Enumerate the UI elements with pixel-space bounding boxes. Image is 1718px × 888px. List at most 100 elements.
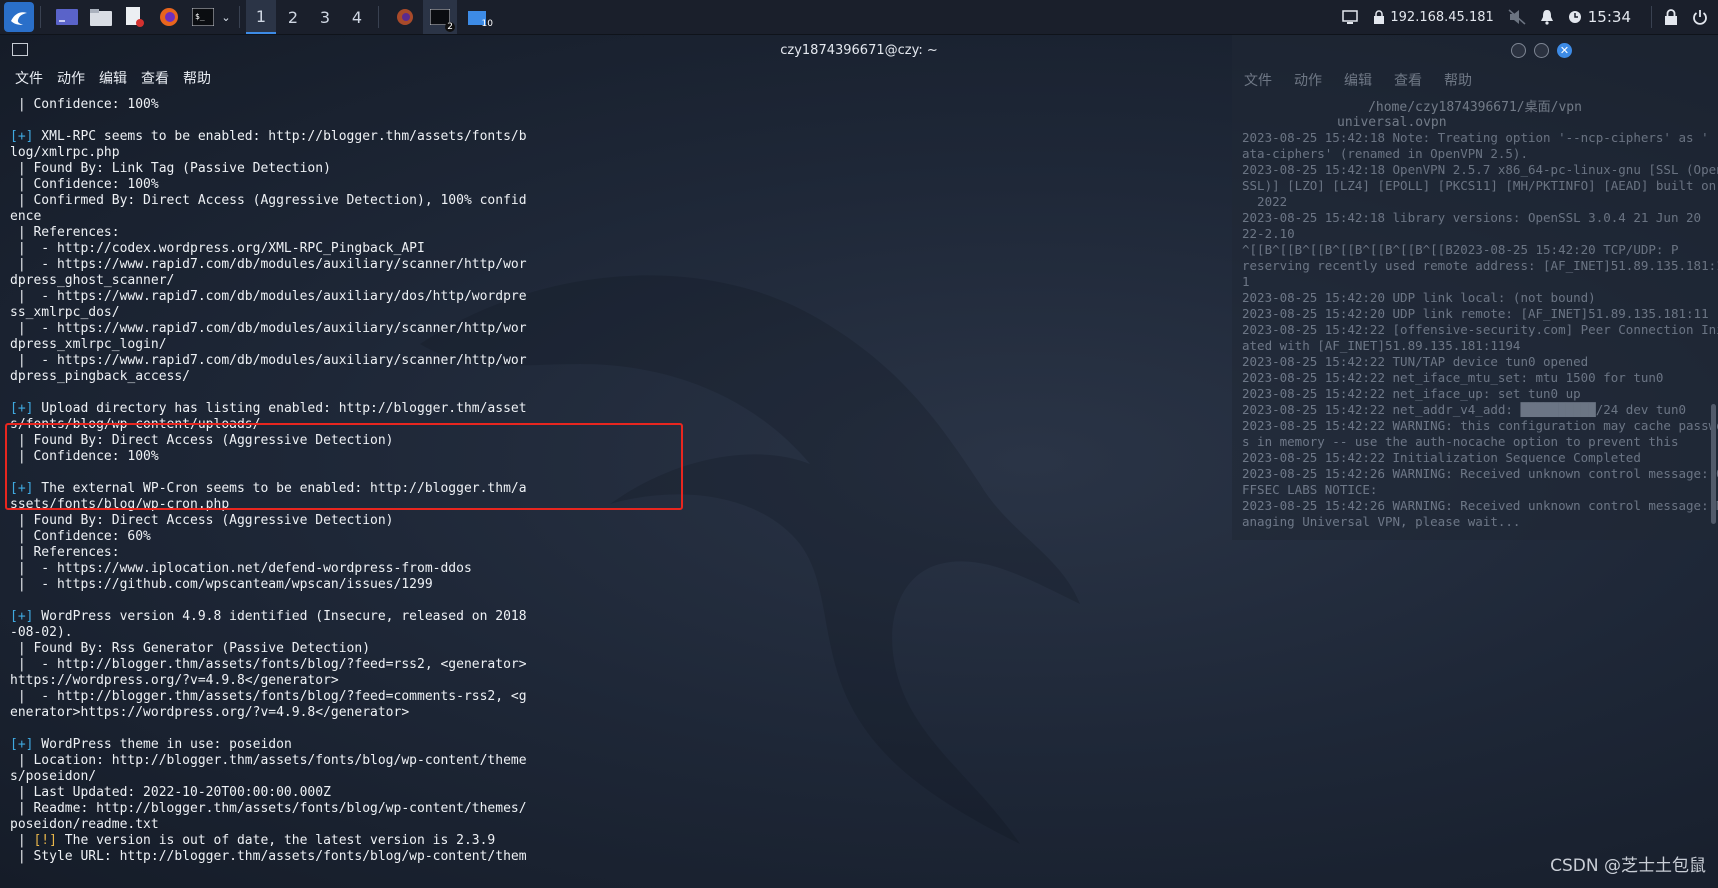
taskbar-separator [1651, 6, 1652, 28]
file-manager-icon[interactable] [87, 5, 115, 29]
clock-time: 15:34 [1587, 8, 1631, 26]
terminal-window[interactable]: czy1874396671@czy: ~ ✕ 文件 动作 编辑 查看 帮助 | … [0, 34, 1718, 888]
terminal-line: | Readme: http://blogger.thm/assets/font… [10, 801, 570, 817]
folder-task-badge: 10 [481, 19, 493, 29]
finding-tag: [+] [10, 737, 34, 752]
terminal-line: enerator>https://wordpress.org/?v=4.9.8<… [10, 705, 570, 721]
menu-file[interactable]: 文件 [15, 68, 43, 88]
workspace-3[interactable]: 3 [310, 0, 340, 34]
terminal-line: | [!] The version is out of date, the la… [10, 833, 570, 849]
terminal-line: | - https://www.rapid7.com/db/modules/au… [10, 321, 570, 337]
terminal-line: | Last Updated: 2022-10-20T00:00:00.000Z [10, 785, 570, 801]
terminal-line: | - http://blogger.thm/assets/fonts/blog… [10, 689, 570, 705]
menu-edit[interactable]: 编辑 [99, 68, 127, 88]
terminal-line: | Found By: Direct Access (Aggressive De… [10, 513, 570, 529]
ip-address: 192.168.45.181 [1390, 9, 1494, 25]
terminal-line: | References: [10, 545, 570, 561]
clock[interactable]: 15:34 [1568, 8, 1631, 26]
terminal-line: | - http://codex.wordpress.org/XML-RPC_P… [10, 241, 570, 257]
csdn-watermark: CSDN @芝士土包鼠 [1550, 856, 1706, 876]
close-button[interactable]: ✕ [1557, 43, 1572, 58]
terminal-line-text: | Location: http://blogger.thm/assets/fo… [10, 753, 527, 768]
terminal-line: | Style URL: http://blogger.thm/assets/f… [10, 849, 570, 865]
maximize-button[interactable] [1534, 43, 1549, 58]
menu-action[interactable]: 动作 [57, 68, 85, 88]
svg-text:$_: $_ [195, 12, 205, 21]
terminal-line: | - http://blogger.thm/assets/fonts/blog… [10, 657, 570, 673]
show-desktop-icon[interactable] [53, 5, 81, 29]
close-icon: ✕ [1559, 44, 1570, 57]
kali-menu-icon[interactable] [4, 2, 34, 32]
terminal-line-text: -08-02). [10, 625, 73, 640]
terminal-line: [+] XML-RPC seems to be enabled: http://… [10, 129, 570, 145]
terminal-line: ence [10, 209, 570, 225]
terminal-task-icon[interactable]: 2 [423, 0, 457, 34]
terminal-line-text: | Confidence: 60% [10, 529, 151, 544]
network-status[interactable]: 192.168.45.181 [1372, 9, 1494, 25]
terminal-line-text: dpress_xmlrpc_login/ [10, 337, 167, 352]
workspace-2[interactable]: 2 [278, 0, 308, 34]
folder-task-icon[interactable]: 10 [463, 5, 493, 29]
terminal-line: | Confirmed By: Direct Access (Aggressiv… [10, 193, 570, 209]
terminal-line-text: | - https://www.rapid7.com/db/modules/au… [10, 257, 527, 272]
terminal-line-text: | Confidence: 100% [10, 97, 159, 112]
terminal-line: | Confidence: 100% [10, 97, 570, 113]
finding-tag: [+] [10, 401, 34, 416]
firefox-icon[interactable] [155, 5, 183, 29]
workspace-4[interactable]: 4 [342, 0, 372, 34]
terminal-line: | Location: http://blogger.thm/assets/fo… [10, 753, 570, 769]
terminal-task-badge: 2 [445, 22, 455, 32]
taskbar: $_ ⌄ 1 2 3 4 2 10 192.168.45.181 15:34 [0, 0, 1718, 35]
lock-screen-icon[interactable] [1664, 9, 1678, 25]
terminal-line: poseidon/readme.txt [10, 817, 570, 833]
terminal-line-text: poseidon/readme.txt [10, 817, 159, 832]
minimize-button[interactable] [1511, 43, 1526, 58]
terminal-line-text: | - http://codex.wordpress.org/XML-RPC_P… [10, 241, 425, 256]
finding-tag: [+] [10, 609, 34, 624]
terminal-line: [+] WordPress theme in use: poseidon [10, 737, 570, 753]
menu-help[interactable]: 帮助 [183, 68, 211, 88]
terminal-line-text: | - https://www.rapid7.com/db/modules/au… [10, 321, 527, 336]
terminal-line-text: | Last Updated: 2022-10-20T00:00:00.000Z [10, 785, 331, 800]
firefox-task-icon[interactable] [391, 5, 419, 29]
power-icon[interactable] [1692, 9, 1708, 25]
finding-tag: [+] [10, 129, 34, 144]
terminal-line: | - https://www.rapid7.com/db/modules/au… [10, 353, 570, 369]
text-editor-icon[interactable] [121, 5, 149, 29]
terminal-line: dpress_pingback_access/ [10, 369, 570, 385]
taskbar-separator [239, 6, 240, 28]
terminal-line-text: | Found By: Link Tag (Passive Detection) [10, 161, 331, 176]
terminal-launcher-icon[interactable]: $_ [189, 5, 217, 29]
terminal-line-text: | Found By: Direct Access (Aggressive De… [10, 513, 394, 528]
notifications-bell-icon[interactable] [1540, 9, 1554, 25]
terminal-line-text: ss_xmlrpc_dos/ [10, 305, 120, 320]
taskbar-separator [40, 6, 41, 28]
window-titlebar[interactable]: czy1874396671@czy: ~ ✕ [0, 34, 1718, 66]
terminal-line: log/xmlrpc.php [10, 145, 570, 161]
terminal-line-text: WordPress theme in use: poseidon [33, 737, 292, 752]
terminal-line-text: | - https://www.iplocation.net/defend-wo… [10, 561, 472, 576]
workspace-1[interactable]: 1 [246, 0, 276, 34]
terminal-line-text: dpress_ghost_scanner/ [10, 273, 175, 288]
menu-view[interactable]: 查看 [141, 68, 169, 88]
terminal-line-text: dpress_pingback_access/ [10, 369, 191, 384]
volume-muted-icon[interactable] [1508, 9, 1526, 25]
system-tray: 192.168.45.181 15:34 [1342, 0, 1718, 34]
terminal-line: -08-02). [10, 625, 570, 641]
display-icon[interactable] [1342, 10, 1359, 24]
terminal-line: | References: [10, 225, 570, 241]
terminal-line: | - https://www.rapid7.com/db/modules/au… [10, 257, 570, 273]
terminal-line: [+] Upload directory has listing enabled… [10, 401, 570, 417]
chevron-down-icon[interactable]: ⌄ [219, 5, 233, 29]
terminal-line-prefix: | [10, 833, 34, 848]
terminal-line-text: The version is out of date, the latest v… [56, 833, 496, 848]
terminal-line-text: | References: [10, 225, 120, 240]
terminal-line: | - https://www.iplocation.net/defend-wo… [10, 561, 570, 577]
window-title: czy1874396671@czy: ~ [780, 42, 938, 58]
terminal-window-icon [12, 43, 28, 56]
terminal-line-text: | - http://blogger.thm/assets/fonts/blog… [10, 689, 527, 704]
terminal-line-text: | Confidence: 100% [10, 177, 159, 192]
terminal-line: ss_xmlrpc_dos/ [10, 305, 570, 321]
